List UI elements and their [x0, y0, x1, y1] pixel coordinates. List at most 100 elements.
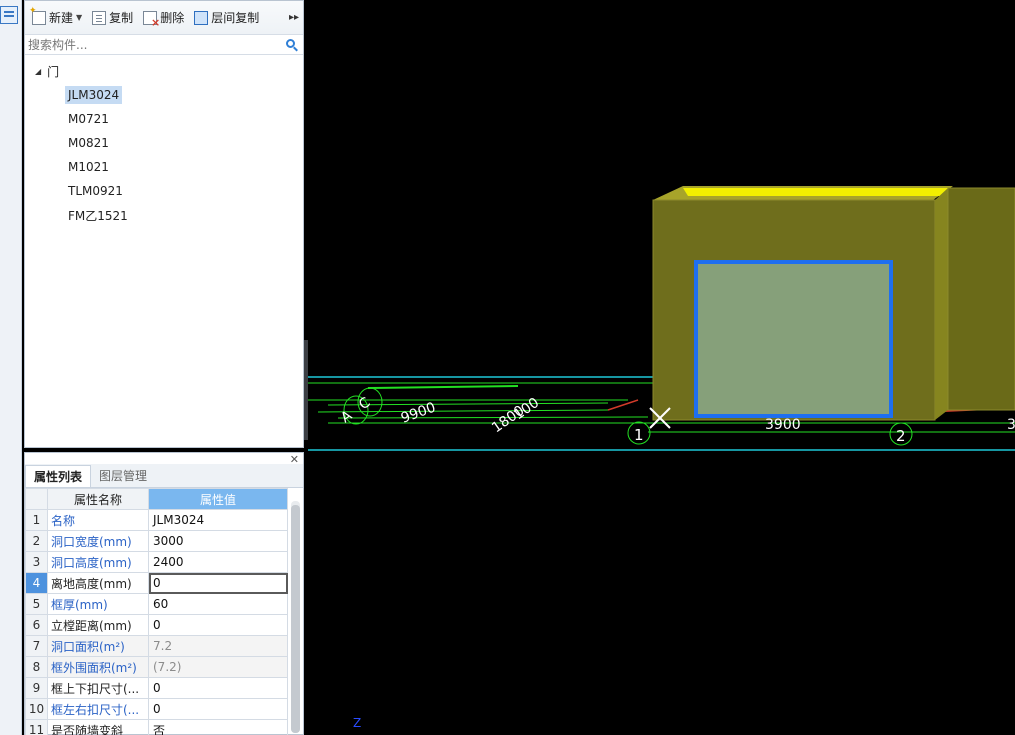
table-row[interactable]: 7 洞口面积(m²) 7.2 [25, 635, 288, 657]
property-name: 名称 [47, 509, 149, 531]
property-name: 框左右扣尺寸(... [47, 698, 149, 720]
grid-line-green [337, 416, 649, 419]
delete-button-label: 删除 [160, 11, 185, 25]
table-row-active[interactable]: 4 离地高度(mm) 0 [25, 572, 288, 594]
scrollbar-thumb[interactable] [291, 505, 300, 733]
property-value[interactable]: 0 [148, 614, 288, 636]
delete-icon [143, 10, 160, 29]
property-value[interactable]: 否 [148, 719, 288, 735]
row-number: 10 [25, 698, 48, 720]
tree-item-jlm3024[interactable]: JLM3024 [25, 83, 303, 107]
tree-node-label: 门 [47, 64, 60, 79]
axis-number-1: 1 [634, 426, 644, 444]
name-column-header: 属性名称 [47, 488, 149, 510]
table-row[interactable]: 6 立樘距离(mm) 0 [25, 614, 288, 636]
tree-item-tlm0921[interactable]: TLM0921 [25, 179, 303, 203]
row-number: 4 [25, 572, 48, 594]
row-number: 3 [25, 551, 48, 573]
adjacent-wall [947, 187, 1015, 411]
tab-property-list[interactable]: 属性列表 [25, 465, 92, 487]
tree-item-label: M0721 [68, 112, 109, 126]
table-row[interactable]: 1 名称 JLM3024 [25, 509, 288, 531]
close-icon[interactable]: ✕ [290, 453, 299, 466]
axis-number-2: 2 [896, 427, 906, 445]
row-number: 5 [25, 593, 48, 615]
table-row[interactable]: 10 框左右扣尺寸(... 0 [25, 698, 288, 720]
component-tree: ◢ 门 JLM3024 M0721 M0821 M1021 TLM0921 FM… [25, 55, 303, 227]
property-value[interactable]: 2400 [148, 551, 288, 573]
component-tree-panel: 新建 ▼ 复制 删除 层间复制 ▸▸ ◢ 门 [24, 0, 304, 448]
table-row[interactable]: 5 框厚(mm) 60 [25, 593, 288, 615]
properties-tabs: 属性列表 图层管理 [25, 464, 303, 488]
expand-triangle-icon[interactable]: ◢ [35, 67, 41, 76]
chevron-down-icon[interactable]: ▼ [76, 13, 82, 22]
property-name: 框外围面积(m²) [47, 656, 149, 678]
table-row[interactable]: 9 框上下扣尺寸(... 0 [25, 677, 288, 699]
dimension-mid: 3900 [765, 417, 801, 433]
row-number: 1 [25, 509, 48, 531]
table-row[interactable]: 3 洞口高度(mm) 2400 [25, 551, 288, 573]
property-value[interactable]: 0 [148, 677, 288, 699]
row-number: 11 [25, 719, 48, 735]
property-value-editor[interactable]: 0 [148, 572, 288, 594]
tree-item-label: M1021 [68, 160, 109, 174]
properties-scrollbar[interactable] [291, 501, 300, 733]
property-name: 洞口宽度(mm) [47, 530, 149, 552]
row-number: 9 [25, 677, 48, 699]
copy-button[interactable]: 复制 [87, 6, 138, 30]
table-row[interactable]: 8 框外围面积(m²) (7.2) [25, 656, 288, 678]
wall-top-highlight [683, 188, 953, 196]
tree-toolbar: 新建 ▼ 复制 删除 层间复制 ▸▸ [25, 1, 303, 35]
property-name: 框上下扣尺寸(... [47, 677, 149, 699]
value-column-header: 属性值 [148, 488, 288, 510]
new-icon [29, 6, 46, 25]
property-name: 是否随墙变斜 [47, 719, 149, 735]
tree-item-m0721[interactable]: M0721 [25, 107, 303, 131]
wall-side-face [935, 188, 948, 420]
table-header-row: 属性名称 属性值 [25, 488, 288, 510]
tree-item-m0821[interactable]: M0821 [25, 131, 303, 155]
row-number: 7 [25, 635, 48, 657]
tree-node-door[interactable]: ◢ 门 [25, 59, 303, 83]
door-jlm3024[interactable] [694, 260, 893, 418]
copy-icon [92, 10, 107, 25]
axis-number-3: 3 [1007, 417, 1015, 433]
row-number: 2 [25, 530, 48, 552]
tree-item-m1021[interactable]: M1021 [25, 155, 303, 179]
search-input[interactable] [28, 37, 278, 52]
property-value[interactable]: JLM3024 [148, 509, 288, 531]
viewport-canvas[interactable]: A C 9900 1800 100 3900 1 2 3 [308, 0, 1015, 735]
tree-item-label: FM乙1521 [68, 208, 128, 223]
delete-button[interactable]: 删除 [138, 6, 189, 30]
properties-table: 属性名称 属性值 1 名称 JLM3024 2 洞口宽度(mm) 3000 3 … [25, 488, 288, 735]
row-number: 6 [25, 614, 48, 636]
property-value[interactable]: 3000 [148, 530, 288, 552]
floor-copy-icon [191, 10, 209, 27]
axis-z-label: Z [353, 716, 362, 730]
property-value[interactable]: 60 [148, 593, 288, 615]
new-button-label: 新建 [49, 11, 74, 25]
search-icon[interactable] [286, 39, 295, 48]
property-name: 立樘距离(mm) [47, 614, 149, 636]
property-value: 7.2 [148, 635, 288, 657]
new-button[interactable]: 新建 ▼ [27, 6, 87, 30]
grid-line-green [367, 385, 519, 389]
3d-viewport[interactable]: A C 9900 1800 100 3900 1 2 3 Z [308, 0, 1015, 735]
floor-copy-button-label: 层间复制 [211, 11, 260, 25]
tree-item-label: JLM3024 [65, 86, 123, 104]
panel-toggle-icon[interactable] [0, 6, 18, 24]
floor-copy-button[interactable]: 层间复制 [189, 6, 264, 30]
tab-layer-management[interactable]: 图层管理 [91, 465, 155, 487]
table-row[interactable]: 2 洞口宽度(mm) 3000 [25, 530, 288, 552]
component-search [25, 35, 303, 55]
row-number-header [25, 488, 48, 510]
tree-item-label: M0821 [68, 136, 109, 150]
tree-item-fm1521[interactable]: FM乙1521 [25, 203, 303, 227]
property-name: 洞口高度(mm) [47, 551, 149, 573]
table-row[interactable]: 11 是否随墙变斜 否 [25, 719, 288, 735]
property-value[interactable]: 0 [148, 698, 288, 720]
left-toolstrip [0, 0, 22, 735]
copy-button-label: 复制 [109, 11, 134, 25]
double-chevron-right-icon[interactable]: ▸▸ [289, 12, 299, 23]
tree-item-label: TLM0921 [68, 184, 123, 198]
